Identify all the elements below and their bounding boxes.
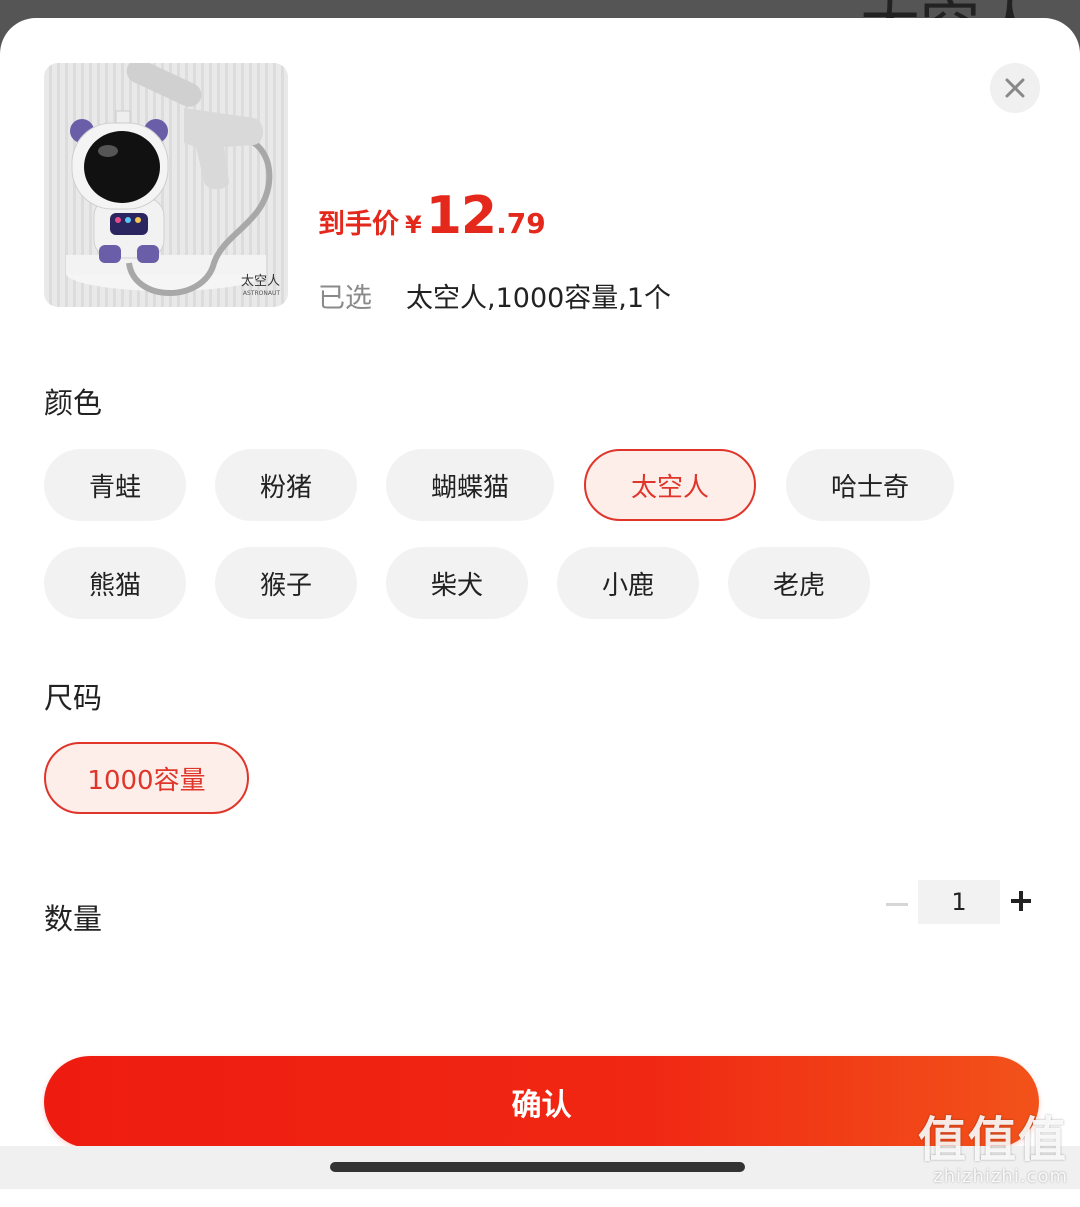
price-decimal: .79 [496, 207, 546, 240]
watermark-logo: 值值值 [917, 1112, 1068, 1168]
selected-label: 已选 [318, 283, 372, 314]
quantity-input[interactable]: 1 [918, 880, 1000, 924]
selected-value: 太空人,1000容量,1个 [406, 283, 672, 314]
quantity-decrease-button[interactable] [882, 890, 912, 920]
quantity-increase-button[interactable] [1006, 886, 1036, 916]
color-option-frog[interactable]: 青蛙 [44, 449, 186, 521]
color-option-shiba[interactable]: 柴犬 [386, 547, 528, 619]
color-option-monkey[interactable]: 猴子 [215, 547, 357, 619]
thumbnail-caption-sub: ASTRONAUT [242, 290, 280, 297]
quantity-title: 数量 [44, 902, 103, 936]
confirm-button[interactable]: 确认 [44, 1056, 1039, 1148]
color-option-panda[interactable]: 熊猫 [44, 547, 186, 619]
home-indicator[interactable] [330, 1162, 745, 1172]
close-icon [1005, 78, 1025, 98]
color-section-title: 颜色 [44, 386, 103, 420]
watermark-url: zhizhizhi.com [933, 1166, 1068, 1187]
color-option-astronaut[interactable]: 太空人 [584, 449, 756, 521]
close-button[interactable] [990, 63, 1040, 113]
selected-summary: 已选 太空人,1000容量,1个 [318, 276, 671, 315]
price-currency: ¥ [405, 211, 422, 239]
plus-icon [1011, 891, 1031, 911]
color-option-deer[interactable]: 小鹿 [557, 547, 699, 619]
product-thumbnail[interactable]: 太空人 ASTRONAUT [44, 63, 288, 307]
size-section-title: 尺码 [44, 681, 103, 715]
thumbnail-caption: 太空人 [240, 274, 280, 289]
color-option-pink-pig[interactable]: 粉猪 [215, 449, 357, 521]
size-option-1000[interactable]: 1000容量 [44, 742, 249, 814]
minus-icon [886, 903, 908, 906]
color-option-husky[interactable]: 哈士奇 [786, 449, 954, 521]
price-integer: 12 [425, 186, 497, 246]
price-display: 到手价 ¥ 12 .79 [318, 186, 546, 246]
price-label: 到手价 [318, 209, 399, 240]
color-option-butterfly-cat[interactable]: 蝴蝶猫 [386, 449, 554, 521]
watermark: 值值值 zhizhizhi.com [918, 1100, 1068, 1187]
color-option-tiger[interactable]: 老虎 [728, 547, 870, 619]
sku-selector-sheet: 太空人 ASTRONAUT 到手价 ¥ 12 .79 已选 太空人,1000容量… [0, 18, 1080, 1207]
